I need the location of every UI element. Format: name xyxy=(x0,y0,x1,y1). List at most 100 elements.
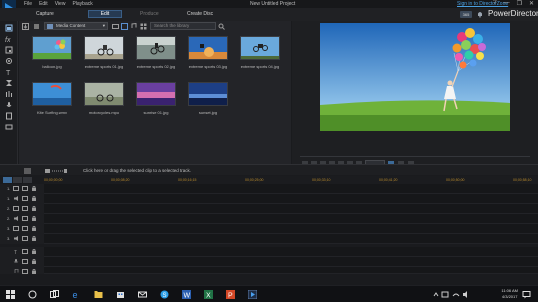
track-header-audio-2[interactable]: 2. xyxy=(0,214,44,224)
transition-room-icon[interactable] xyxy=(5,79,13,87)
notification-bell-icon[interactable] xyxy=(476,10,484,18)
media-thumb-balloon[interactable] xyxy=(32,36,72,60)
preview-window[interactable] xyxy=(320,23,510,131)
lock-icon[interactable] xyxy=(31,236,37,241)
powerdirector-taskbar-icon[interactable] xyxy=(248,290,257,299)
search-icon[interactable] xyxy=(218,23,225,30)
cortana-search-icon[interactable] xyxy=(28,290,37,299)
media-thumb-extreme-sports-01[interactable] xyxy=(84,36,124,60)
track-header-title[interactable]: T xyxy=(0,247,44,257)
track-header-music[interactable] xyxy=(0,267,44,274)
lock-icon[interactable] xyxy=(31,226,37,231)
action-center-icon[interactable] xyxy=(522,290,531,299)
media-thumb-kite-surfing[interactable] xyxy=(32,82,72,106)
media-thumb-motorcycles[interactable] xyxy=(84,82,124,106)
voice-over-room-icon[interactable] xyxy=(5,101,13,109)
menu-view[interactable]: View xyxy=(55,1,66,7)
track-header-audio-3[interactable]: 3. xyxy=(0,234,44,244)
menu-file[interactable]: File xyxy=(24,1,32,7)
track-lane[interactable] xyxy=(44,267,538,274)
lock-icon[interactable] xyxy=(31,216,37,221)
checkbox-icon[interactable] xyxy=(22,186,28,191)
media-thumb-extreme-sports-02[interactable] xyxy=(136,36,176,60)
maximize-button[interactable]: ❐ xyxy=(517,0,522,7)
image-filter-icon[interactable] xyxy=(121,23,128,30)
import-media-icon[interactable] xyxy=(22,23,29,30)
fx-room-icon[interactable]: fx xyxy=(5,35,13,43)
media-room-icon[interactable] xyxy=(5,24,13,32)
menu-playback[interactable]: Playback xyxy=(72,1,92,7)
checkbox-icon[interactable] xyxy=(22,249,28,254)
insert-clip-tools-icon[interactable] xyxy=(45,168,67,174)
track-lane[interactable] xyxy=(44,184,538,194)
title-room-icon[interactable]: T xyxy=(5,68,13,76)
checkbox-icon[interactable] xyxy=(22,216,28,221)
edge-browser-icon[interactable]: e xyxy=(72,290,81,299)
track-lane[interactable] xyxy=(44,247,538,257)
tab-create-disc[interactable]: Create Disc xyxy=(187,11,213,17)
powerpoint-icon[interactable]: P xyxy=(226,290,235,299)
subscription-badge[interactable]: 365 xyxy=(460,11,472,18)
file-explorer-icon[interactable] xyxy=(94,290,103,299)
track-header-audio-1[interactable]: 1. xyxy=(0,194,44,204)
plugin-icon[interactable] xyxy=(33,23,40,30)
video-filter-icon[interactable] xyxy=(112,23,119,30)
help-button[interactable]: ? xyxy=(493,0,496,7)
system-tray-icons[interactable] xyxy=(432,290,472,299)
checkbox-icon[interactable] xyxy=(22,236,28,241)
audio-mixing-room-icon[interactable] xyxy=(5,90,13,98)
task-view-icon[interactable] xyxy=(50,290,59,299)
particle-room-icon[interactable] xyxy=(5,57,13,65)
skype-icon[interactable]: S xyxy=(160,290,169,299)
audio-filter-icon[interactable] xyxy=(130,23,137,30)
subtitle-room-icon[interactable] xyxy=(5,123,13,131)
library-search-input[interactable]: Search the library xyxy=(150,22,216,30)
storyboard-view-button[interactable] xyxy=(13,177,22,183)
timeline-ruler[interactable]: 00;00;00;00 00;00;08;20 00;00;16;15 00;0… xyxy=(0,176,538,184)
tab-produce[interactable]: Produce xyxy=(140,11,159,17)
lock-icon[interactable] xyxy=(31,259,37,264)
timeline-view-button[interactable] xyxy=(3,177,12,183)
checkbox-icon[interactable] xyxy=(22,269,28,274)
tab-edit[interactable]: Edit xyxy=(88,10,122,18)
media-thumb-extreme-sports-04[interactable] xyxy=(240,36,280,60)
track-manager-icon[interactable] xyxy=(24,168,31,174)
excel-icon[interactable]: X xyxy=(204,290,213,299)
tab-capture[interactable]: Capture xyxy=(36,11,54,17)
media-thumb-sunset[interactable] xyxy=(188,82,228,106)
track-lane[interactable] xyxy=(44,194,538,204)
lock-icon[interactable] xyxy=(31,186,37,191)
track-lane[interactable] xyxy=(44,257,538,267)
track-lane[interactable] xyxy=(44,234,538,244)
store-icon[interactable] xyxy=(116,290,125,299)
lock-icon[interactable] xyxy=(31,196,37,201)
media-thumb-sunrise-01[interactable] xyxy=(136,82,176,106)
windows-start-icon[interactable] xyxy=(6,290,15,299)
checkbox-icon[interactable] xyxy=(22,196,28,201)
view-mode-icon[interactable] xyxy=(140,23,147,30)
track-header-video-3[interactable]: 3. xyxy=(0,224,44,234)
chapter-room-icon[interactable] xyxy=(5,112,13,120)
word-icon[interactable]: W xyxy=(182,290,191,299)
track-lane[interactable] xyxy=(44,204,538,214)
menu-edit[interactable]: Edit xyxy=(39,1,48,7)
lock-icon[interactable] xyxy=(31,206,37,211)
pip-room-icon[interactable] xyxy=(5,46,13,54)
mail-icon[interactable] xyxy=(138,290,147,299)
minimize-button[interactable]: — xyxy=(504,0,510,7)
track-header-video-2[interactable]: 2. xyxy=(0,204,44,214)
lock-icon[interactable] xyxy=(31,269,37,274)
close-button[interactable]: ✕ xyxy=(529,0,534,7)
track-lane[interactable] xyxy=(44,214,538,224)
fit-timeline-button[interactable] xyxy=(23,177,32,183)
checkbox-icon[interactable] xyxy=(22,226,28,231)
track-lane[interactable] xyxy=(44,224,538,234)
checkbox-icon[interactable] xyxy=(22,206,28,211)
media-thumb-extreme-sports-03[interactable] xyxy=(188,36,228,60)
media-content-dropdown[interactable]: Media Content ▾ xyxy=(44,22,108,30)
track-header-video-1[interactable]: 1. xyxy=(0,184,44,194)
track-header-voice[interactable] xyxy=(0,257,44,267)
lock-icon[interactable] xyxy=(31,249,37,254)
checkbox-icon[interactable] xyxy=(22,259,28,264)
system-clock[interactable]: 11:06 AM 4/3/2017 xyxy=(501,288,518,300)
